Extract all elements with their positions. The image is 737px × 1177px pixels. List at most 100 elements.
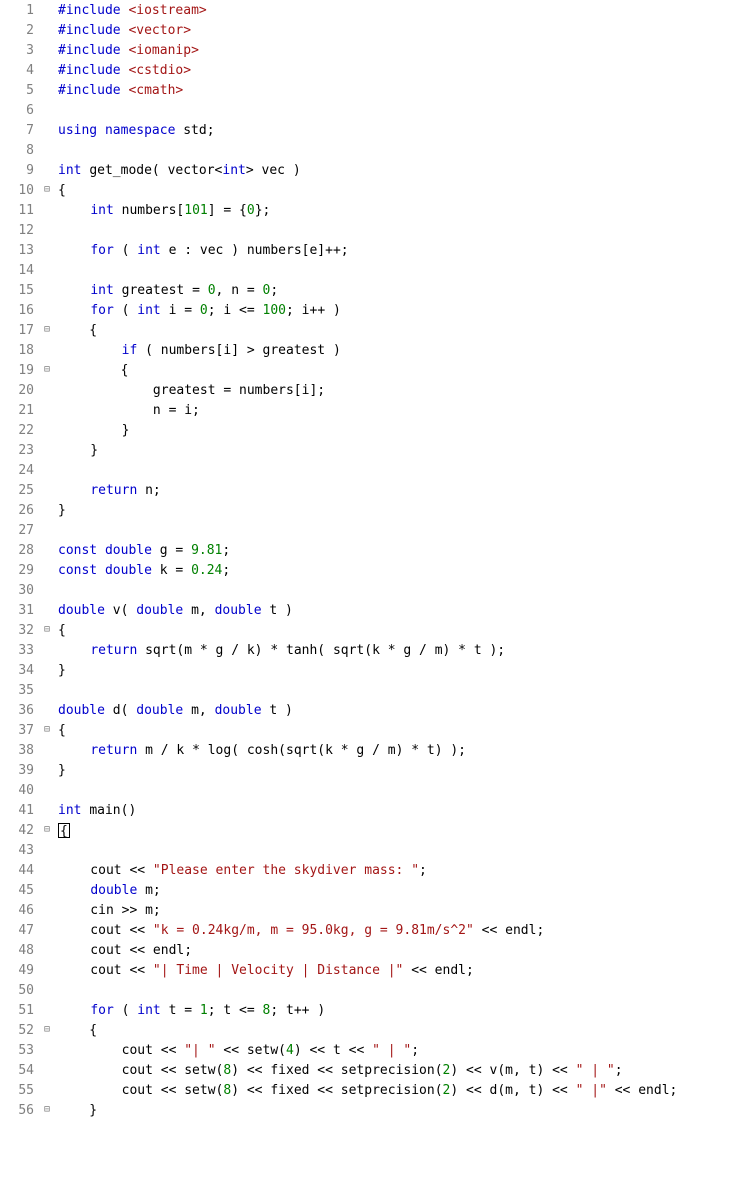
code-content[interactable]: } [54,503,66,518]
token-str: "Please enter the skydiver mass: " [153,863,419,878]
code-content[interactable]: { [54,623,66,638]
token-op: { [58,323,97,338]
code-content[interactable]: cout << "Please enter the skydiver mass:… [55,863,427,878]
fold-gutter[interactable]: ⊟ [40,1100,54,1120]
token-op: cout << setw( [59,1083,223,1098]
code-line: 54 cout << setw(8) << fixed << setprecis… [0,1060,737,1080]
token-id: ( numbers[i] > greatest ) [145,343,341,358]
code-editor[interactable]: 1#include <iostream>2#include <vector>3#… [0,0,737,1120]
code-content[interactable]: { [54,363,128,378]
code-content[interactable]: { [54,823,70,838]
token-pp: #include [58,83,128,98]
code-content[interactable]: for ( int t = 1; t <= 8; t++ ) [55,1003,325,1018]
token-type: double [105,543,160,558]
code-line: 49 cout << "| Time | Velocity | Distance… [0,960,737,980]
code-content[interactable]: using namespace std; [54,123,215,138]
fold-gutter[interactable]: ⊟ [40,720,54,740]
code-content[interactable]: #include <cstdio> [54,63,191,78]
fold-gutter[interactable]: ⊟ [40,1020,54,1040]
code-line: 17⊟ { [0,320,737,340]
line-number: 41 [0,803,40,818]
fold-gutter[interactable]: ⊟ [40,820,54,840]
code-content[interactable]: for ( int e : vec ) numbers[e]++; [55,243,349,258]
code-line: 4#include <cstdio> [0,60,737,80]
code-line: 3#include <iomanip> [0,40,737,60]
line-number: 20 [0,383,40,398]
code-content[interactable]: double v( double m, double t ) [54,603,293,618]
code-content[interactable]: return sqrt(m * g / k) * tanh( sqrt(k * … [55,643,505,658]
token-hdr: <cstdio> [128,63,191,78]
code-content[interactable]: cout << "k = 0.24kg/m, m = 95.0kg, g = 9… [55,923,544,938]
fold-gutter[interactable]: ⊟ [40,180,54,200]
line-number: 17 [0,323,40,338]
code-content[interactable]: const double k = 0.24; [54,563,230,578]
token-id: ( [122,1003,138,1018]
code-line: 47 cout << "k = 0.24kg/m, m = 95.0kg, g … [0,920,737,940]
token-id: e : vec ) numbers[e]++; [169,243,349,258]
code-content[interactable]: int numbers[101] = {0}; [55,203,270,218]
code-content[interactable]: for ( int i = 0; i <= 100; i++ ) [55,303,341,318]
code-content[interactable]: return n; [55,483,161,498]
token-op: cin >> m; [59,903,161,918]
token-id: greatest = [122,283,208,298]
token-id: i = [169,303,200,318]
token-str: " | " [576,1063,615,1078]
token-op: << endl; [474,923,544,938]
code-content[interactable]: const double g = 9.81; [54,543,230,558]
fold-gutter[interactable]: ⊟ [40,360,54,380]
code-content[interactable]: n = i; [55,403,200,418]
code-content[interactable]: { [54,323,97,338]
code-line: 51 for ( int t = 1; t <= 8; t++ ) [0,1000,737,1020]
code-content[interactable]: { [54,723,66,738]
token-op: } [59,443,98,458]
code-content[interactable]: } [54,663,66,678]
token-type: double [58,603,113,618]
code-content[interactable]: { [54,183,66,198]
code-line: 46 cin >> m; [0,900,737,920]
code-content[interactable]: double m; [55,883,161,898]
code-content[interactable]: #include <vector> [54,23,191,38]
code-content[interactable]: int get_mode( vector<int> vec ) [54,163,301,178]
code-content[interactable]: cout << "| Time | Velocity | Distance |"… [55,963,474,978]
code-content[interactable]: cout << setw(8) << fixed << setprecision… [55,1083,677,1098]
code-content[interactable]: #include <iostream> [54,3,207,18]
code-content[interactable]: { [54,1023,97,1038]
code-content[interactable]: #include <iomanip> [54,43,199,58]
code-content[interactable]: cin >> m; [55,903,161,918]
code-content[interactable]: double d( double m, double t ) [54,703,293,718]
code-content[interactable]: } [54,763,66,778]
fold-gutter[interactable]: ⊟ [40,620,54,640]
line-number: 9 [0,163,40,178]
line-number: 38 [0,743,40,758]
token-id: ( [122,303,138,318]
token-op: } [58,663,66,678]
code-content[interactable]: return m / k * log( cosh(sqrt(k * g / m)… [55,743,466,758]
code-line: 24 [0,460,737,480]
code-content[interactable]: int main() [54,803,136,818]
code-content[interactable]: cout << setw(8) << fixed << setprecision… [55,1063,623,1078]
code-content[interactable]: cout << "| " << setw(4) << t << " | "; [55,1043,419,1058]
code-content[interactable]: cout << endl; [55,943,192,958]
code-content[interactable]: } [55,443,98,458]
token-id: ] = { [208,203,247,218]
code-content[interactable]: } [54,1103,97,1118]
token-op: greatest = numbers[i]; [59,383,325,398]
code-content[interactable]: if ( numbers[i] > greatest ) [55,343,341,358]
code-line: 13 for ( int e : vec ) numbers[e]++; [0,240,737,260]
code-content[interactable]: int greatest = 0, n = 0; [55,283,278,298]
code-line: 43 [0,840,737,860]
token-id: main() [89,803,136,818]
token-id: numbers[ [122,203,185,218]
code-line: 45 double m; [0,880,737,900]
token-num: 0 [247,203,255,218]
code-content[interactable]: } [55,423,129,438]
line-number: 55 [0,1083,40,1098]
line-number: 54 [0,1063,40,1078]
token-op: { [58,1023,97,1038]
line-number: 43 [0,843,40,858]
fold-gutter[interactable]: ⊟ [40,320,54,340]
line-number: 56 [0,1103,40,1118]
code-content[interactable]: greatest = numbers[i]; [55,383,325,398]
code-content[interactable]: #include <cmath> [54,83,183,98]
token-op [59,1003,90,1018]
